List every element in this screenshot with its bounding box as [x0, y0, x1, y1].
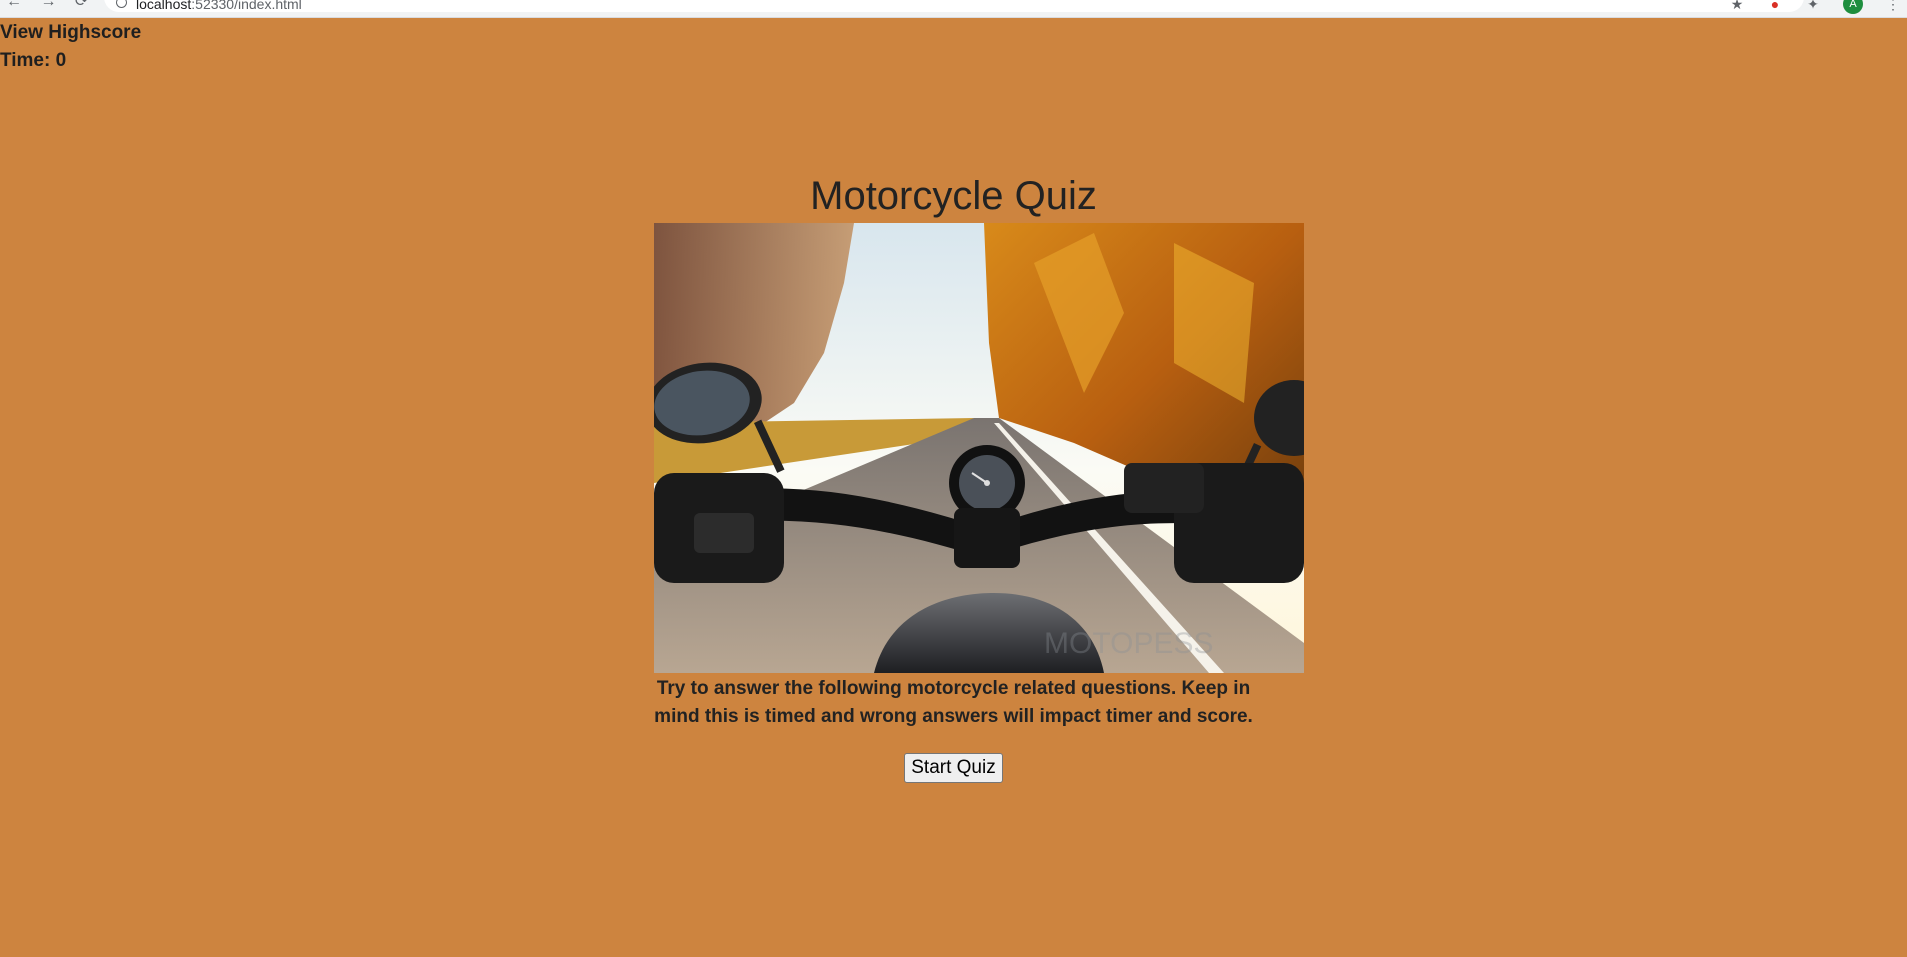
url-host: localhost	[136, 0, 192, 12]
address-text: localhost:52330/index.html	[136, 0, 302, 12]
browser-nav: ← → ⟳	[6, 0, 102, 11]
page-title: Motorcycle Quiz	[810, 174, 1097, 218]
back-arrow-icon[interactable]: ←	[6, 0, 22, 10]
profile-avatar[interactable]: A	[1843, 0, 1863, 14]
image-watermark: MOTOPESS	[1044, 627, 1213, 660]
forward-arrow-icon[interactable]: →	[40, 0, 56, 10]
view-highscore-link[interactable]: View Highscore	[0, 19, 141, 47]
site-info-icon[interactable]	[116, 0, 127, 8]
extension-icon[interactable]: ●	[1767, 0, 1783, 12]
reload-icon[interactable]: ⟳	[75, 0, 88, 10]
address-bar[interactable]: localhost:52330/index.html	[104, 0, 1804, 12]
page-header: View Highscore Time: 0	[0, 19, 141, 75]
quiz-description: Try to answer the following motorcycle r…	[654, 678, 1253, 727]
puzzle-icon[interactable]: ✦	[1805, 0, 1821, 12]
bookmark-star-icon[interactable]: ★	[1729, 0, 1745, 12]
quiz-intro: Motorcycle Quiz MOTOPESS Try to answer t…	[0, 170, 1907, 783]
start-quiz-button[interactable]: Start Quiz	[904, 753, 1003, 783]
timer-display: Time: 0	[0, 50, 67, 71]
motorcycle-hero-image: MOTOPESS	[653, 223, 1304, 673]
browser-actions: ★ ● ✦ A ⋮	[1729, 0, 1901, 14]
browser-toolbar: ← → ⟳ localhost:52330/index.html ★ ● ✦ A…	[0, 0, 1907, 18]
url-path: :52330/index.html	[191, 0, 302, 12]
menu-kebab-icon[interactable]: ⋮	[1885, 0, 1901, 12]
